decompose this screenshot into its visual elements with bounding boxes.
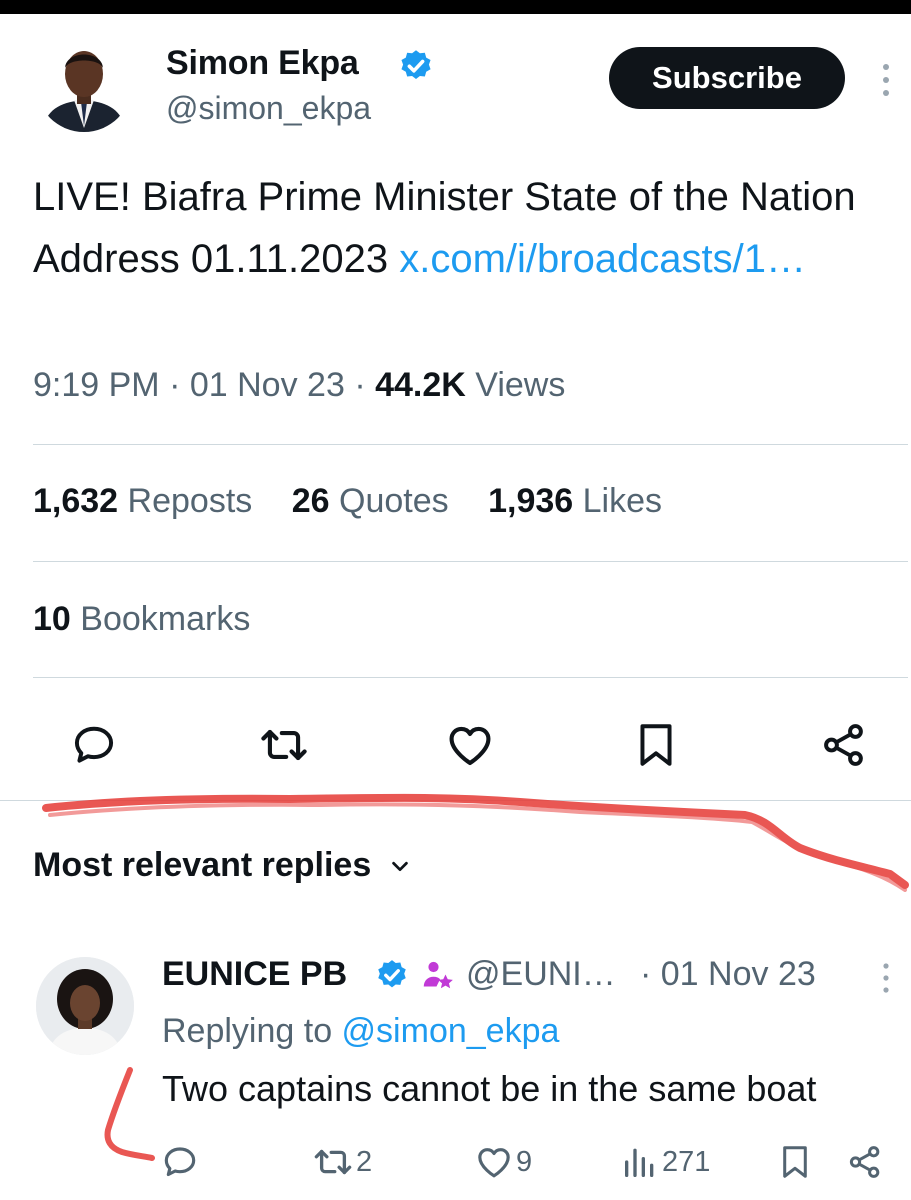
more-vert-icon[interactable] [878,962,894,994]
replying-to-mention[interactable]: @simon_ekpa [342,1012,560,1050]
reply-icon [164,1147,196,1177]
repost-icon [314,1149,352,1175]
reply-icon [74,726,114,763]
verified-badge-icon [378,960,406,988]
divider [0,800,911,801]
reply-date[interactable]: · 01 Nov 23 [640,955,816,994]
meta-separator: · [354,366,366,404]
verified-badge-icon [401,50,431,80]
share-button[interactable] [814,715,874,775]
reply-like-button[interactable]: 9 [474,1142,532,1182]
like-icon [449,726,491,766]
replying-prefix: Replying to [162,1012,342,1050]
chevron-down-icon [392,861,409,871]
reply-text: Two captains cannot be in the same boat [162,1068,817,1109]
more-vert-icon[interactable] [876,62,896,98]
bookmarks-label: Bookmarks [80,600,251,638]
repost-button[interactable] [254,715,314,775]
post-time[interactable]: 9:19 PM [33,366,160,404]
bookmark-icon [783,1146,807,1178]
post-text: LIVE! Biafra Prime Minister State of the… [33,166,893,290]
divider [33,677,908,678]
quotes-count: 26 [291,482,330,520]
share-icon [849,1146,880,1178]
post-meta: 9:19 PM · 01 Nov 23 · 44.2K Views [33,366,565,405]
quotes-label: Quotes [339,482,449,520]
likes-count: 1,936 [488,482,574,520]
quotes-stat[interactable]: 26 Quotes [292,482,449,520]
views-count: 44.2K [375,366,466,404]
engagement-stats: 1,632 Reposts 26 Quotes 1,936 Likes [33,482,692,521]
replies-sort-dropdown[interactable]: Most relevant replies [33,846,411,885]
post-link[interactable]: x.com/i/broadcasts/1… [399,237,806,281]
divider [33,444,908,445]
bookmarks-count: 10 [33,600,71,638]
repost-icon [261,729,307,761]
reply-views-count: 271 [662,1145,711,1178]
reply-repost-count: 2 [356,1145,373,1178]
post-date[interactable]: 01 Nov 23 [190,366,345,404]
replies-sort-label: Most relevant replies [33,846,372,884]
author-avatar[interactable] [36,36,132,132]
views-label: Views [475,366,566,404]
likes-label: Likes [582,482,663,520]
reply-author-handle[interactable]: @EUNI… [466,955,616,994]
status-bar [0,0,911,14]
reply-avatar[interactable] [36,957,134,1055]
subscriber-badge-icon [423,961,453,989]
reposts-count: 1,632 [33,482,119,520]
replying-to: Replying to @simon_ekpa [162,1012,559,1051]
like-icon [478,1148,510,1178]
reposts-label: Reposts [127,482,253,520]
subscribe-button[interactable]: Subscribe [609,47,845,109]
author-handle[interactable]: @simon_ekpa [166,90,371,127]
divider [33,561,908,562]
share-icon [824,724,863,766]
reply-views-button[interactable]: 271 [620,1142,710,1182]
bookmark-button[interactable] [626,715,686,775]
views-icon [625,1148,654,1177]
like-button[interactable] [440,715,500,775]
bookmark-icon [640,724,672,766]
likes-stat[interactable]: 1,936 Likes [488,482,662,520]
reply-repost-button[interactable]: 2 [312,1142,372,1182]
reposts-stat[interactable]: 1,632 Reposts [33,482,252,520]
reply-reply-button[interactable] [160,1142,202,1182]
reply-button[interactable] [64,715,124,775]
meta-separator: · [169,366,181,404]
author-name[interactable]: Simon Ekpa [166,44,359,83]
reply-like-count: 9 [516,1145,533,1178]
reply-bookmark-button[interactable] [776,1142,816,1182]
reply-author-name[interactable]: EUNICE PB [162,955,347,994]
reply-share-button[interactable] [846,1142,886,1182]
bookmarks-stat[interactable]: 10 Bookmarks [33,600,250,639]
